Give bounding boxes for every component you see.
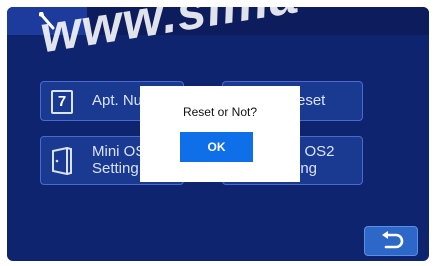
mini-os-label-line1: Mini OS [92,143,146,160]
mini-os-label: Mini OS Setting [92,143,145,177]
mini-os-label-line2: Setting [92,160,139,177]
mini-os2-label: i OS2 ing [297,143,335,177]
dialog-title: Reset or Not? [182,105,258,119]
mini-os2-label-line2: ing [297,160,318,177]
reset-label: eset [297,92,326,109]
door-icon [52,147,72,175]
back-button[interactable] [364,226,418,256]
digit-seven-icon: 7 [51,90,73,114]
mini-os2-label-line1: i OS2 [297,143,335,160]
return-arrow-icon [382,231,404,249]
ok-button[interactable]: OK [180,132,253,162]
reset-confirm-dialog: Reset or Not? OK [140,86,300,182]
